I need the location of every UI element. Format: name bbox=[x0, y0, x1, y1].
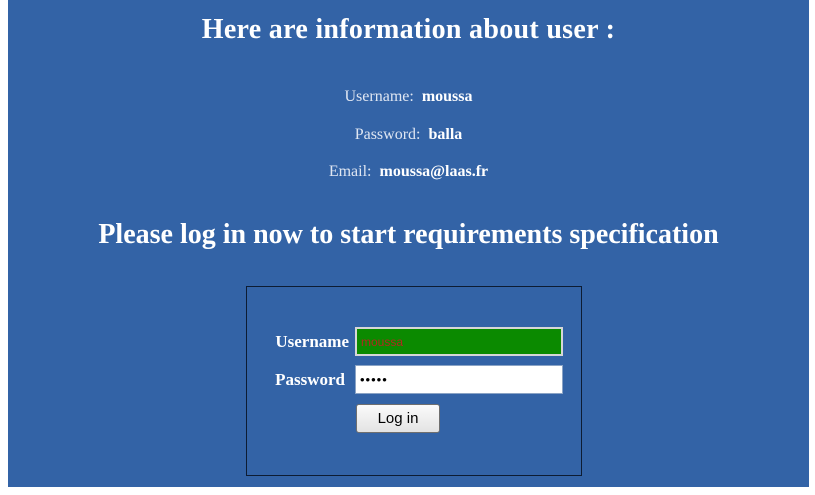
login-heading: Please log in now to start requirements … bbox=[98, 219, 719, 250]
info-username-row: Username: moussa bbox=[8, 88, 809, 106]
info-username-label: Username: bbox=[344, 88, 414, 105]
info-password-label: Password: bbox=[354, 126, 421, 143]
info-password-value: balla bbox=[428, 126, 463, 143]
page-body: Here are information about user : Userna… bbox=[8, 0, 809, 487]
username-label: Username bbox=[275, 332, 349, 351]
info-email-value: moussa@laas.fr bbox=[379, 163, 489, 180]
info-email-label: Email: bbox=[328, 163, 372, 180]
info-username-value: moussa bbox=[421, 88, 473, 105]
login-button[interactable]: Log in bbox=[356, 404, 440, 433]
info-email-row: Email: moussa@laas.fr bbox=[8, 163, 809, 181]
password-label: Password bbox=[275, 370, 345, 389]
login-form: Username Password Log in bbox=[246, 286, 582, 476]
info-heading: Here are information about user : bbox=[201, 14, 616, 45]
info-password-row: Password: balla bbox=[8, 126, 809, 144]
username-input[interactable] bbox=[355, 327, 563, 356]
password-input[interactable] bbox=[355, 365, 563, 394]
